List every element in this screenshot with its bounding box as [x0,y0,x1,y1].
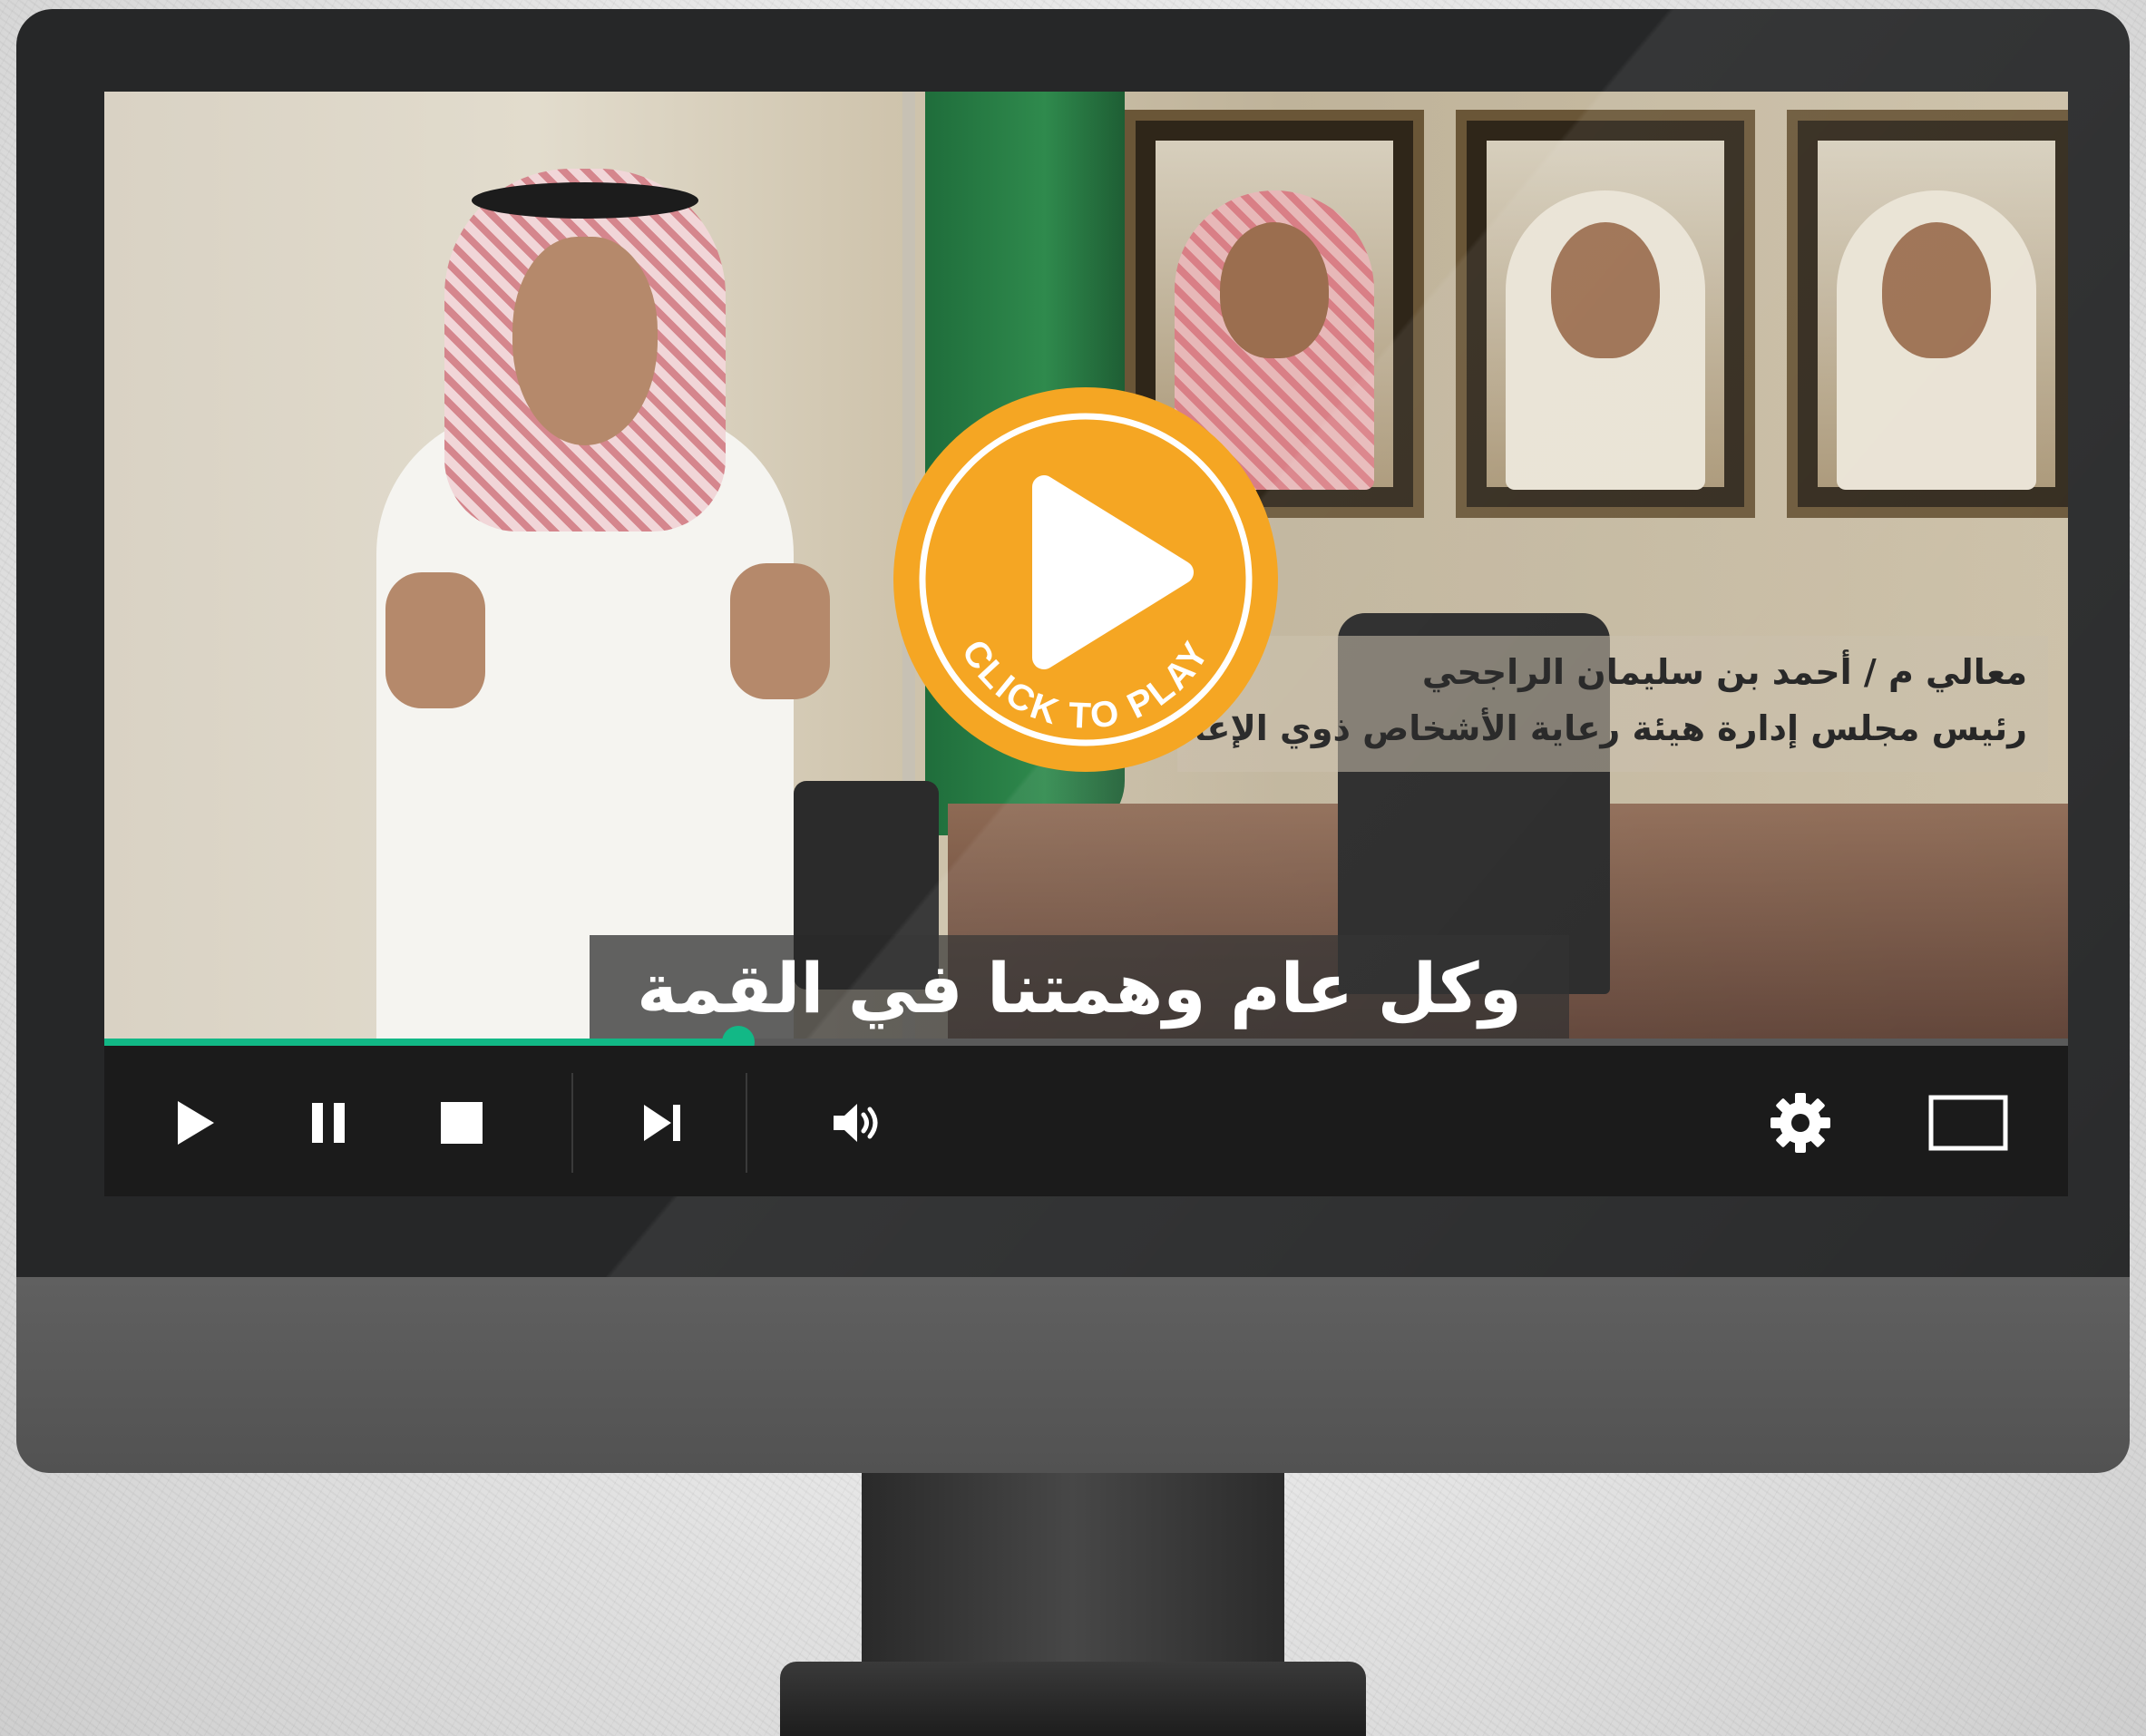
play-icon [178,1101,214,1145]
settings-button[interactable] [1764,1087,1837,1159]
pause-button[interactable] [292,1087,365,1159]
presenter-title: معالي م / أحمد بن سليمان الراجحي [1421,652,2027,692]
volume-button[interactable] [823,1087,895,1159]
presenter-role: رئيس مجلس إدارة هيئة رعاية الأشخاص ذوي ا… [1150,708,2027,748]
progress-fill [104,1039,739,1046]
fullscreen-icon [1928,1095,2008,1151]
presenter [277,137,893,1042]
stop-button[interactable] [425,1087,498,1159]
fullscreen-button[interactable] [1923,1087,2014,1159]
portrait-frame [1787,110,2068,518]
progress-track[interactable] [104,1026,2068,1058]
pause-icon [312,1103,345,1143]
monitor-stand [862,1473,1284,1663]
skip-next-button[interactable] [626,1087,698,1159]
stop-icon [441,1102,483,1144]
settings-gear-icon [1770,1093,1830,1153]
skip-next-icon [644,1105,680,1141]
control-separator [746,1073,747,1173]
play-button[interactable] [159,1087,231,1159]
volume-icon [834,1104,878,1142]
monitor-chin [16,1277,2130,1473]
player-controls [104,1046,2068,1196]
control-separator [571,1073,573,1173]
portrait-frame [1456,110,1755,518]
click-to-play-button[interactable]: CLICK TO PLAY [892,385,1280,774]
monitor-stand-base [780,1662,1366,1736]
